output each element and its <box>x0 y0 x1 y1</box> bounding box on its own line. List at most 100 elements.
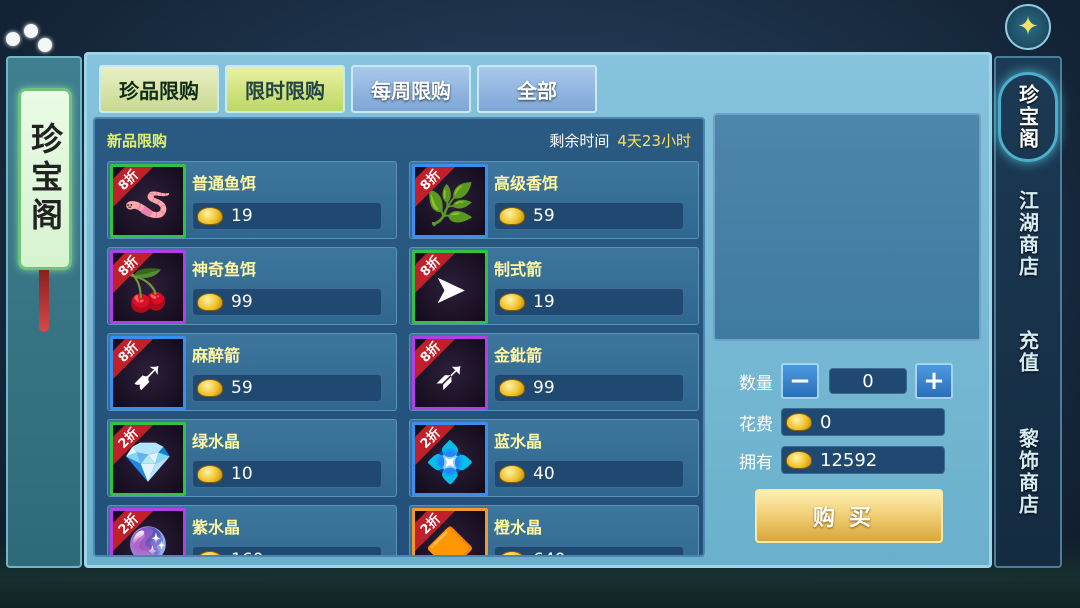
right-nav: 珍宝阁 江湖商店 充值 黎饰商店 <box>994 56 1062 568</box>
gold-ingot-icon <box>499 207 525 225</box>
item-price: 10 <box>231 464 253 484</box>
item-price: 640 <box>533 550 565 555</box>
quantity-value[interactable]: 0 <box>829 368 907 394</box>
quantity-label: 数量 <box>739 373 773 394</box>
item-price-box: 40 <box>494 460 684 488</box>
owned-label: 拥有 <box>739 452 773 473</box>
item-grid: 🪱 8折 普通鱼饵 19 🌿 8折 高级香饵 59 🍒 8折 神奇鱼饵 99 ➤… <box>107 161 701 555</box>
item-list-panel[interactable]: 新品限购 剩余时间 4天23小时 🪱 8折 普通鱼饵 19 🌿 8折 高级香饵 5… <box>93 117 705 557</box>
nav-item-recharge[interactable]: 充值 <box>996 330 1060 374</box>
remaining-time-value: 4天23小时 <box>617 131 691 150</box>
gold-ingot-icon <box>197 293 223 311</box>
gold-ingot-icon <box>197 379 223 397</box>
crystal-icon: 🔶 2折 <box>412 508 488 555</box>
cost-bar: 0 <box>781 408 945 436</box>
cost-row: 花费 0 <box>739 408 945 436</box>
list-title: 新品限购 <box>107 131 168 150</box>
gold-ingot-icon <box>197 465 223 483</box>
item-price-box: 59 <box>192 374 382 402</box>
item-price-box: 59 <box>494 202 684 230</box>
nav-item-treasure-pavilion[interactable]: 珍宝阁 <box>996 84 1060 150</box>
owned-bar: 12592 <box>781 446 945 474</box>
item-name: 制式箭 <box>494 260 543 279</box>
crystal-icon: 💎 2折 <box>110 422 186 496</box>
gold-ingot-icon <box>499 551 525 555</box>
list-header: 新品限购 剩余时间 4天23小时 <box>107 129 691 151</box>
item-name: 普通鱼饵 <box>192 174 257 193</box>
item-price: 19 <box>231 206 253 226</box>
nav-item-jianghu-store[interactable]: 江湖商店 <box>996 190 1060 278</box>
shop-item-card[interactable]: 💎 2折 绿水晶 10 <box>107 419 397 497</box>
gold-ingot-icon <box>197 551 223 555</box>
item-price: 160 <box>231 550 263 555</box>
shop-item-card[interactable]: ➤ 8折 制式箭 19 <box>409 247 699 325</box>
arrowhead-icon: ➶ 8折 <box>412 336 488 410</box>
item-name: 麻醉箭 <box>192 346 241 365</box>
shop-item-card[interactable]: 🔶 2折 橙水晶 640 <box>409 505 699 555</box>
close-button[interactable]: ✦ <box>1005 4 1051 50</box>
tassel-decoration <box>39 270 49 332</box>
herb-icon: 🌿 8折 <box>412 164 488 238</box>
item-price-box: 99 <box>494 374 684 402</box>
item-name: 橙水晶 <box>494 518 543 537</box>
item-name: 神奇鱼饵 <box>192 260 257 279</box>
cost-value: 0 <box>820 411 832 433</box>
cost-label: 花费 <box>739 414 773 435</box>
item-price: 19 <box>533 292 555 312</box>
nav-item-label: 黎饰商店 <box>1015 428 1040 516</box>
main-panel: 珍品限购 限时限购 每周限购 全部 新品限购 剩余时间 4天23小时 🪱 8折 普… <box>84 52 992 568</box>
crystal-icon: 🔮 2折 <box>110 508 186 555</box>
tab-bar: 珍品限购 限时限购 每周限购 全部 <box>99 65 597 113</box>
remaining-time-label: 剩余时间 <box>549 131 610 150</box>
shop-title: 珍宝阁 <box>26 122 64 236</box>
item-name: 高级香饵 <box>494 174 559 193</box>
owned-row: 拥有 12592 <box>739 446 945 474</box>
shop-item-card[interactable]: 💠 2折 蓝水晶 40 <box>409 419 699 497</box>
gold-ingot-icon <box>197 207 223 225</box>
item-price-box: 640 <box>494 546 684 555</box>
shop-title-scroll: 珍宝阁 <box>18 88 72 270</box>
nav-item-label: 江湖商店 <box>1015 190 1040 278</box>
crystal-icon: 💠 2折 <box>412 422 488 496</box>
buy-button[interactable]: 购买 <box>755 489 943 543</box>
tab-weekly-limited[interactable]: 每周限购 <box>351 65 471 113</box>
tab-treasure-limited[interactable]: 珍品限购 <box>99 65 219 113</box>
item-price-box: 160 <box>192 546 382 555</box>
item-price: 40 <box>533 464 555 484</box>
item-name: 绿水晶 <box>192 432 241 451</box>
item-price: 59 <box>231 378 253 398</box>
shop-item-card[interactable]: 🍒 8折 神奇鱼饵 99 <box>107 247 397 325</box>
item-price: 99 <box>533 378 555 398</box>
shop-item-card[interactable]: ➶ 8折 金鈚箭 99 <box>409 333 699 411</box>
quantity-row: 数量 − 0 + <box>739 363 953 399</box>
item-price-box: 19 <box>494 288 684 316</box>
tab-time-limited[interactable]: 限时限购 <box>225 65 345 113</box>
nav-item-label: 珍宝阁 <box>1015 84 1040 150</box>
item-price-box: 19 <box>192 202 382 230</box>
item-price-box: 99 <box>192 288 382 316</box>
item-price: 59 <box>533 206 555 226</box>
shop-item-card[interactable]: ➹ 8折 麻醉箭 59 <box>107 333 397 411</box>
remaining-time: 剩余时间 4天23小时 <box>549 130 691 151</box>
worm-icon: 🪱 8折 <box>110 164 186 238</box>
gold-ingot-icon <box>786 451 812 469</box>
gold-ingot-icon <box>499 379 525 397</box>
quantity-plus-button[interactable]: + <box>915 363 953 399</box>
item-price: 99 <box>231 292 253 312</box>
gold-ingot-icon <box>499 465 525 483</box>
shop-item-card[interactable]: 🔮 2折 紫水晶 160 <box>107 505 397 555</box>
shop-item-card[interactable]: 🪱 8折 普通鱼饵 19 <box>107 161 397 239</box>
gold-ingot-icon <box>499 293 525 311</box>
arrowhead-icon: ➹ 8折 <box>110 336 186 410</box>
shop-item-card[interactable]: 🌿 8折 高级香饵 59 <box>409 161 699 239</box>
item-price-box: 10 <box>192 460 382 488</box>
quantity-minus-button[interactable]: − <box>781 363 819 399</box>
nav-item-ornament-store[interactable]: 黎饰商店 <box>996 428 1060 516</box>
owned-value: 12592 <box>820 449 878 471</box>
arrowhead-icon: ➤ 8折 <box>412 250 488 324</box>
item-name: 紫水晶 <box>192 518 241 537</box>
berries-icon: 🍒 8折 <box>110 250 186 324</box>
item-name: 蓝水晶 <box>494 432 543 451</box>
tab-all[interactable]: 全部 <box>477 65 597 113</box>
gold-ingot-icon <box>786 413 812 431</box>
